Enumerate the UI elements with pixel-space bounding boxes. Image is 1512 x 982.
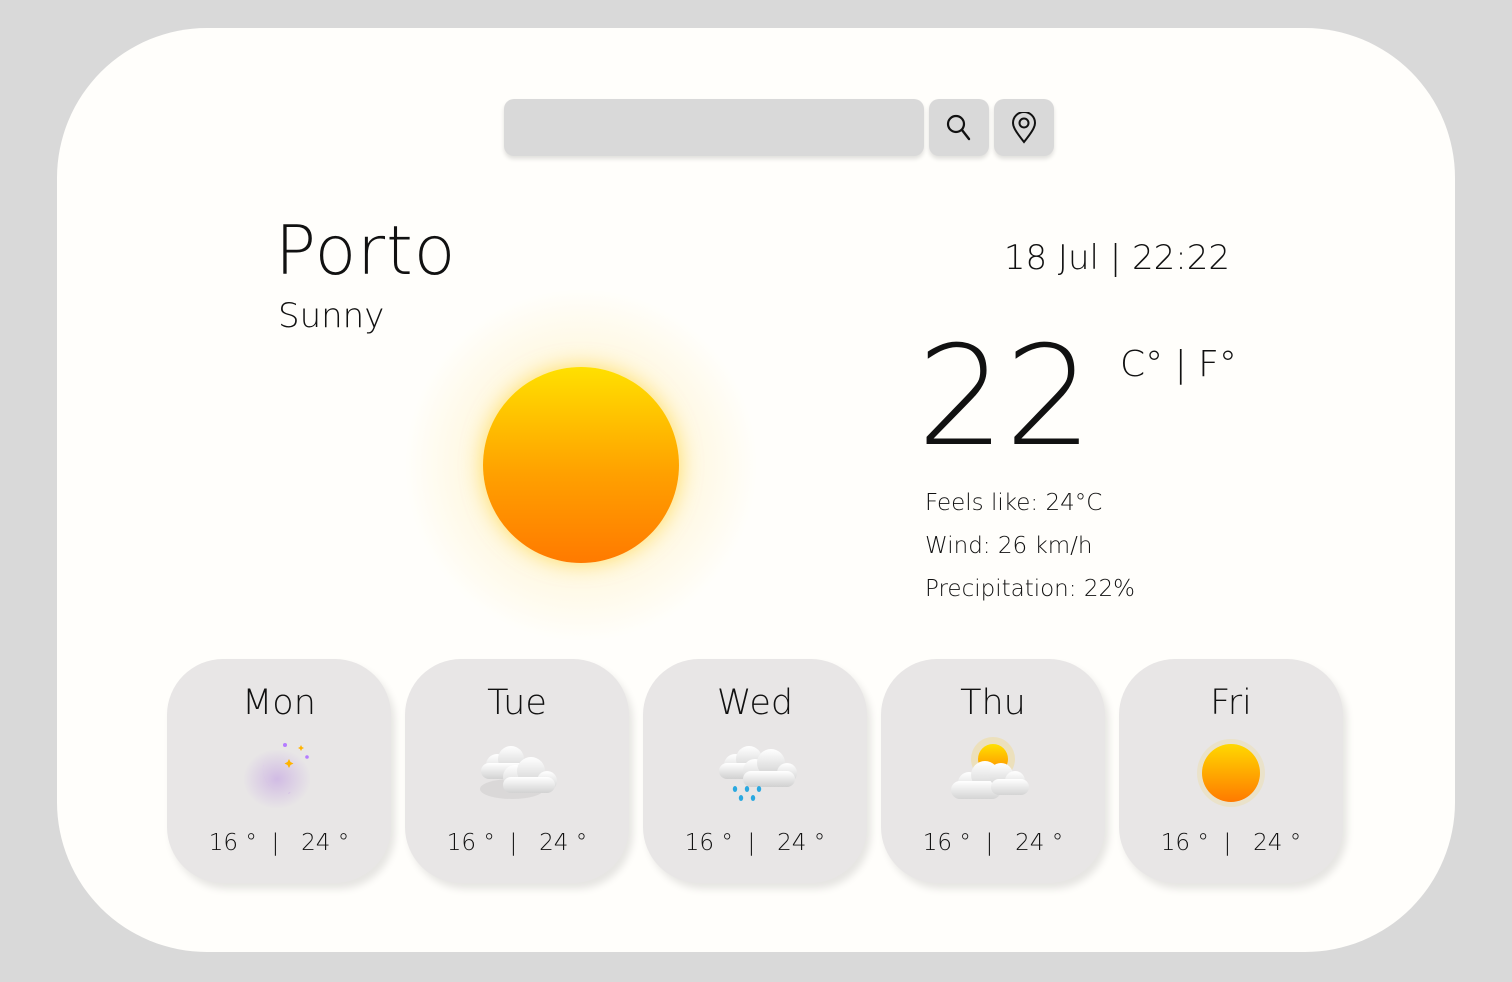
day-name: Tue (487, 683, 547, 723)
wind-speed: Wind: 26 km/h (925, 533, 1093, 559)
rain-cloud-icon (705, 735, 805, 815)
search-input[interactable] (504, 99, 924, 156)
location-pin-icon (1011, 111, 1037, 144)
temp-range: 16 ° | 24 ° (1160, 830, 1302, 856)
sun-icon (1181, 735, 1281, 815)
search-icon (946, 114, 972, 142)
forecast-day-wed[interactable]: Wed 16 ° | 24 ° (643, 659, 867, 883)
weather-condition: Sunny (278, 296, 385, 336)
day-name: Fri (1210, 683, 1252, 723)
cloudy-icon (467, 735, 567, 815)
forecast-list: Mon 16 ° | 24 ° Tue 16 ° | 24 ° Wed 16 °… (167, 659, 1343, 883)
forecast-day-fri[interactable]: Fri 16 ° | 24 ° (1119, 659, 1343, 883)
precipitation: Precipitation: 22% (925, 576, 1135, 602)
date-time: 18 Jul | 22:22 (1003, 238, 1230, 278)
day-name: Mon (242, 683, 316, 723)
feels-like: Feels like: 24°C (925, 490, 1103, 516)
temp-range: 16 ° | 24 ° (922, 830, 1064, 856)
unit-toggle[interactable]: C° | F° (1120, 344, 1237, 385)
day-name: Wed (716, 683, 794, 723)
moon-stars-icon (229, 735, 329, 815)
forecast-day-tue[interactable]: Tue 16 ° | 24 ° (405, 659, 629, 883)
city-name: Porto (275, 212, 457, 291)
temp-range: 16 ° | 24 ° (684, 830, 826, 856)
search-button[interactable] (929, 99, 989, 156)
sun-icon (483, 367, 679, 563)
current-temperature: 22 (917, 316, 1093, 477)
location-button[interactable] (994, 99, 1054, 156)
forecast-day-thu[interactable]: Thu 16 ° | 24 ° (881, 659, 1105, 883)
day-name: Thu (960, 683, 1026, 723)
temp-range: 16 ° | 24 ° (446, 830, 588, 856)
partly-cloudy-icon (943, 735, 1043, 815)
weather-details: Feels like: 24°C Wind: 26 km/h Precipita… (925, 490, 1135, 619)
forecast-day-mon[interactable]: Mon 16 ° | 24 ° (167, 659, 391, 883)
temp-range: 16 ° | 24 ° (208, 830, 350, 856)
